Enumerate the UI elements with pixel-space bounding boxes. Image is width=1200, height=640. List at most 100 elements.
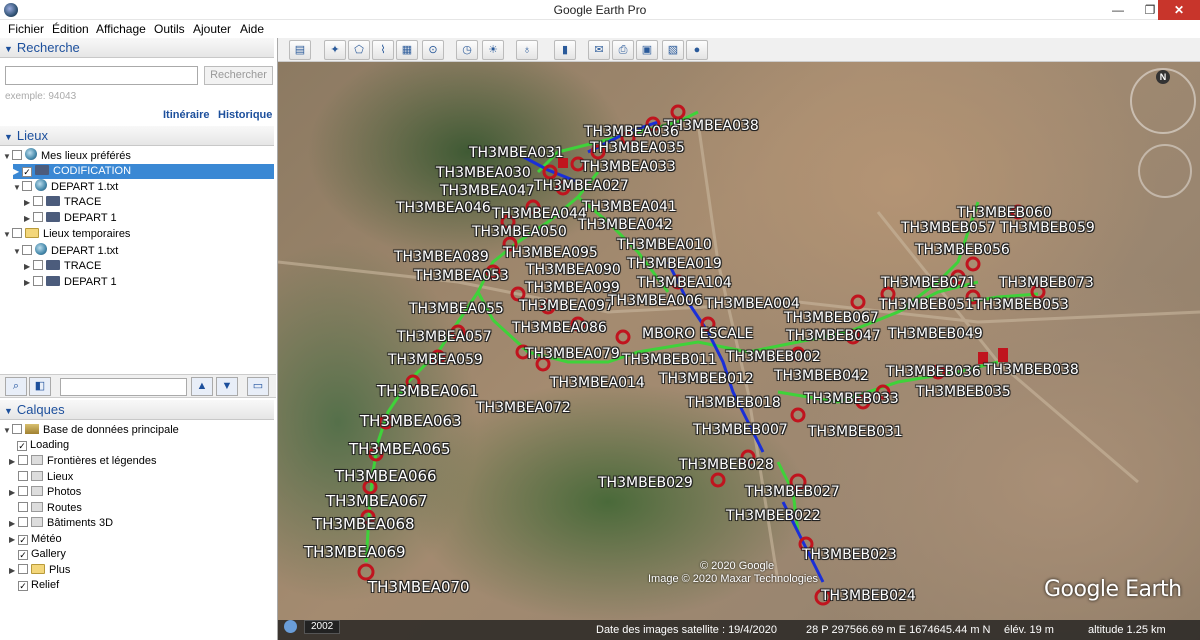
move-down-icon[interactable]: ▼ — [216, 377, 238, 396]
checkbox[interactable] — [33, 260, 43, 270]
map-label[interactable]: TH3MBEB033 — [804, 391, 899, 407]
checkbox[interactable] — [22, 245, 32, 255]
map-label[interactable]: TH3MBEA067 — [326, 492, 428, 510]
expand-arrow-icon[interactable]: ▶ — [13, 164, 22, 179]
search-input[interactable] — [5, 66, 198, 85]
map-label[interactable]: TH3MBEA070 — [368, 578, 470, 596]
compass-control[interactable]: N — [1130, 68, 1196, 134]
map-label[interactable]: TH3MBEA066 — [335, 467, 437, 485]
menu-file[interactable]: Fichier — [8, 22, 44, 36]
historical-imagery-icon[interactable]: ◷ — [456, 40, 478, 60]
earth-gallery-icon[interactable]: ● — [686, 40, 708, 60]
expand-arrow-icon[interactable]: ▶ — [24, 195, 33, 210]
expand-arrow-icon[interactable]: ▶ — [9, 563, 18, 578]
map-label[interactable]: TH3MBEB060 — [957, 205, 1052, 221]
map-label[interactable]: TH3MBEA019 — [627, 256, 722, 272]
map-label[interactable]: TH3MBEA065 — [349, 440, 451, 458]
map-label[interactable]: TH3MBEB056 — [915, 242, 1010, 258]
map-label[interactable]: TH3MBEA036 — [584, 124, 679, 140]
checkbox[interactable] — [33, 276, 43, 286]
place-item[interactable]: ▶ TRACE — [24, 259, 101, 274]
map-label[interactable]: TH3MBEB027 — [745, 484, 840, 500]
map-label[interactable]: TH3MBEA030 — [436, 165, 531, 181]
planets-icon[interactable]: ♁ — [516, 40, 538, 60]
layer-item[interactable]: ▶ Plus — [9, 563, 70, 578]
imagery-year[interactable]: 2002 — [304, 620, 341, 634]
map-label[interactable]: TH3MBEA086 — [512, 320, 607, 336]
add-path-icon[interactable]: ⌇ — [372, 40, 394, 60]
map-label[interactable]: TH3MBEB067 — [784, 310, 879, 326]
map-label[interactable]: TH3MBEB051 — [879, 297, 974, 313]
map-label[interactable]: TH3MBEB059 — [1000, 220, 1095, 236]
map-label[interactable]: TH3MBEB073 — [999, 275, 1094, 291]
map-label[interactable]: TH3MBEB012 — [659, 371, 754, 387]
layers-panel-header[interactable]: ▼ Calques — [0, 400, 274, 420]
map-label[interactable]: TH3MBEA104 — [637, 275, 732, 291]
checkbox[interactable] — [18, 502, 28, 512]
map-label[interactable]: TH3MBEB053 — [974, 297, 1069, 313]
map-label[interactable]: TH3MBEB049 — [888, 326, 983, 342]
place-item[interactable]: ▼ Lieux temporaires — [3, 227, 130, 242]
menu-add[interactable]: Ajouter — [193, 22, 231, 36]
map-label[interactable]: TH3MBEA044 — [492, 206, 587, 222]
menu-view[interactable]: Affichage — [96, 22, 146, 36]
layer-item[interactable]: ✓ Relief — [18, 578, 59, 593]
close-button[interactable]: ✕ — [1158, 0, 1200, 20]
map-label[interactable]: TH3MBEB031 — [808, 424, 903, 440]
map-label[interactable]: TH3MBEB028 — [679, 457, 774, 473]
expand-arrow-icon[interactable]: ▶ — [9, 454, 18, 469]
map-label[interactable]: TH3MBEB023 — [802, 547, 897, 563]
print-icon[interactable]: ⎙ — [612, 40, 634, 60]
expand-arrow-icon[interactable]: ▶ — [24, 259, 33, 274]
open-folder-icon[interactable]: ▭ — [247, 377, 269, 396]
map-label[interactable]: TH3MBEB029 — [598, 475, 693, 491]
map-label[interactable]: TH3MBEA063 — [360, 412, 462, 430]
layer-item[interactable]: ▶ ✓ Météo — [9, 532, 62, 547]
layer-item[interactable]: ▼ Base de données principale — [3, 423, 179, 438]
map-label[interactable]: TH3MBEB047 — [786, 328, 881, 344]
checkbox[interactable] — [18, 564, 28, 574]
map-label[interactable]: TH3MBEA033 — [581, 159, 676, 175]
checkbox[interactable] — [18, 471, 28, 481]
expand-arrow-icon[interactable]: ▶ — [9, 532, 18, 547]
map-label[interactable]: TH3MBEA072 — [476, 400, 571, 416]
layer-item[interactable]: ▶ Frontières et légendes — [9, 454, 156, 469]
place-item[interactable]: ▶ DEPART 1 — [24, 275, 117, 290]
checkbox[interactable] — [12, 424, 22, 434]
layer-item[interactable]: ✓ Gallery — [18, 547, 66, 562]
checkbox[interactable]: ✓ — [22, 167, 32, 177]
place-item[interactable]: ▼ DEPART 1.txt — [13, 179, 118, 194]
map-label[interactable]: TH3MBEA057 — [397, 329, 492, 345]
map-label[interactable]: TH3MBEB035 — [916, 384, 1011, 400]
map-label[interactable]: TH3MBEB022 — [726, 508, 821, 524]
layer-item[interactable]: Lieux — [18, 470, 73, 485]
expand-arrow-icon[interactable]: ▶ — [24, 275, 33, 290]
menu-help[interactable]: Aide — [240, 22, 264, 36]
ruler-icon[interactable]: ▮ — [554, 40, 576, 60]
map-label[interactable]: TH3MBEA006 — [608, 293, 703, 309]
checkbox[interactable] — [33, 196, 43, 206]
map-label[interactable]: TH3MBEA055 — [409, 301, 504, 317]
layer-item[interactable]: Routes — [18, 501, 82, 516]
map-label[interactable]: TH3MBEA095 — [503, 245, 598, 261]
map-label[interactable]: TH3MBEA089 — [394, 249, 489, 265]
view-maps-icon[interactable]: ▧ — [662, 40, 684, 60]
checkbox[interactable] — [12, 150, 22, 160]
minimize-button[interactable]: — — [1102, 0, 1134, 20]
map-label[interactable]: TH3MBEA027 — [534, 178, 629, 194]
layer-item[interactable]: ▶ Bâtiments 3D — [9, 516, 113, 531]
map-label[interactable]: TH3MBEB011 — [622, 352, 717, 368]
historical-imagery-icon[interactable] — [284, 620, 297, 633]
map-label[interactable]: TH3MBEB038 — [984, 362, 1079, 378]
look-control[interactable] — [1138, 144, 1192, 198]
search-panel-header[interactable]: ▼ Recherche — [0, 38, 274, 58]
menu-tools[interactable]: Outils — [154, 22, 185, 36]
expand-arrow-icon[interactable]: ▶ — [9, 485, 18, 500]
map-label[interactable]: TH3MBEB071 — [881, 275, 976, 291]
move-up-icon[interactable]: ▲ — [191, 377, 213, 396]
map-label[interactable]: TH3MBEA010 — [617, 237, 712, 253]
place-item[interactable]: ▶ TRACE — [24, 195, 101, 210]
map-view[interactable]: TH3MBEA038 TH3MBEA036 TH3MBEA035 TH3MBEA… — [278, 62, 1200, 640]
checkbox[interactable]: ✓ — [17, 441, 27, 451]
itinerary-link[interactable]: Itinéraire — [163, 109, 209, 121]
